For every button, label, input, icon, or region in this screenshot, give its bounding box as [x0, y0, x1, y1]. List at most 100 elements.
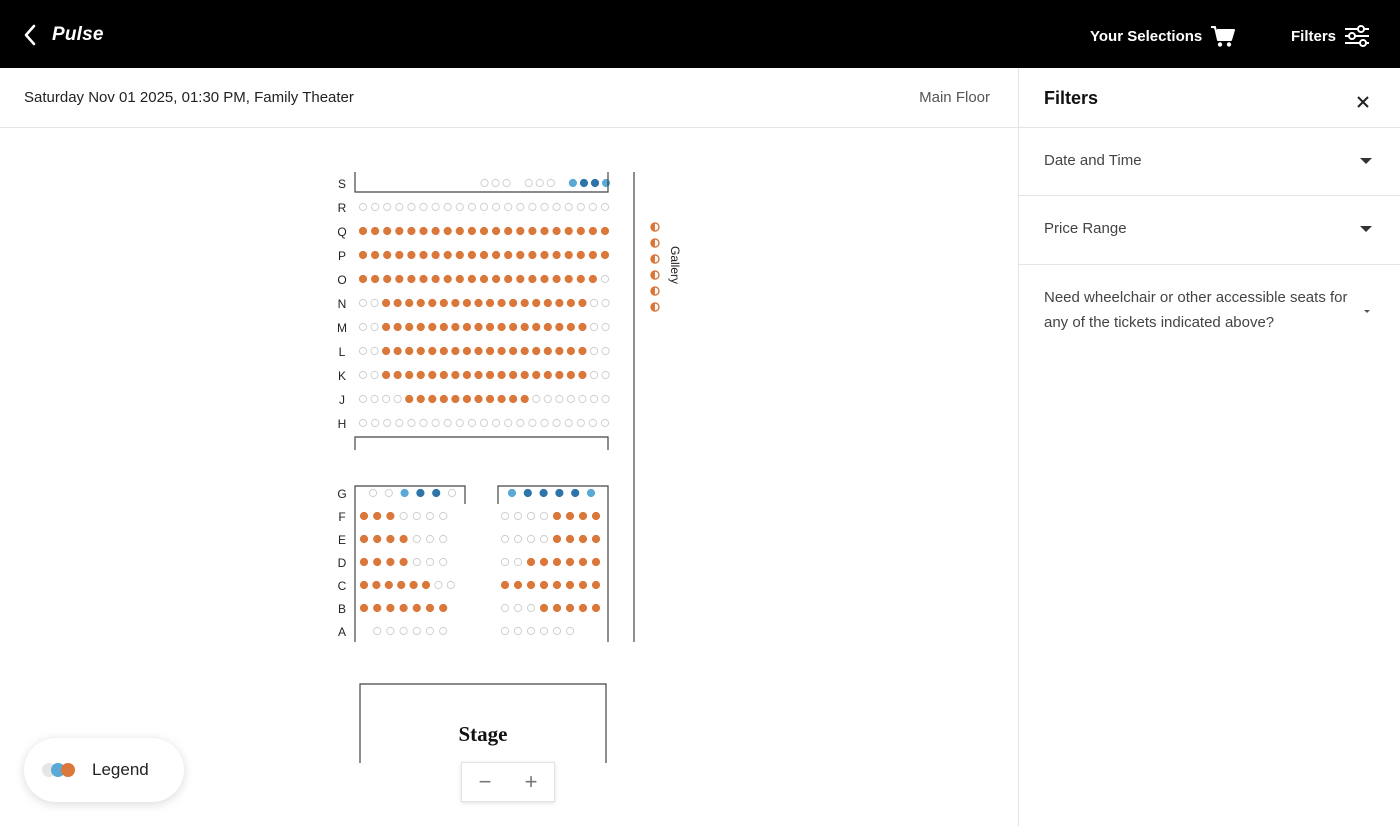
seat-available[interactable]: [393, 346, 402, 356]
seat-available[interactable]: [451, 322, 460, 332]
seat-available[interactable]: [526, 580, 536, 590]
seat-available[interactable]: [439, 322, 448, 332]
seat-available[interactable]: [373, 511, 382, 521]
seat-available[interactable]: [372, 580, 381, 590]
seat-available[interactable]: [565, 603, 575, 613]
seat-available[interactable]: [383, 250, 392, 260]
seat-available[interactable]: [371, 274, 380, 284]
seat-available[interactable]: [552, 603, 562, 613]
seat-available[interactable]: [566, 298, 576, 308]
seat-available[interactable]: [462, 322, 472, 332]
seat-available[interactable]: [443, 274, 452, 284]
your-selections-button[interactable]: Your Selections: [1090, 22, 1236, 50]
seat-available[interactable]: [407, 250, 416, 260]
seat-available[interactable]: [467, 274, 476, 284]
seat-available[interactable]: [578, 580, 588, 590]
seat-available[interactable]: [451, 346, 460, 356]
seat-available[interactable]: [497, 298, 506, 308]
seat-available[interactable]: [539, 603, 549, 613]
seat-available[interactable]: [578, 370, 587, 380]
seat-available[interactable]: [386, 534, 395, 544]
seat-available[interactable]: [543, 298, 552, 308]
seat-available[interactable]: [492, 226, 501, 236]
seat-accessible[interactable]: [539, 488, 548, 498]
seat-available[interactable]: [576, 274, 585, 284]
seat-available[interactable]: [497, 394, 506, 404]
seat-available[interactable]: [462, 394, 472, 404]
seat-available[interactable]: [439, 298, 448, 308]
seat-available[interactable]: [588, 274, 598, 284]
close-icon[interactable]: [1355, 94, 1371, 110]
seat-available[interactable]: [520, 346, 529, 356]
seat-available[interactable]: [485, 394, 495, 404]
seat-available[interactable]: [479, 226, 489, 236]
zoom-in-button[interactable]: +: [508, 763, 554, 801]
seat-available[interactable]: [509, 394, 518, 404]
seat-available[interactable]: [451, 394, 460, 404]
seat-available[interactable]: [359, 603, 369, 613]
seat-available[interactable]: [407, 274, 416, 284]
seat-available[interactable]: [528, 250, 537, 260]
seat-available[interactable]: [591, 557, 601, 567]
seat-available[interactable]: [509, 322, 518, 332]
seat-available[interactable]: [526, 557, 536, 567]
seat-accessible[interactable]: [416, 488, 425, 498]
seat-available[interactable]: [600, 250, 610, 260]
seat-available[interactable]: [588, 250, 598, 260]
seat-available[interactable]: [451, 370, 460, 380]
seat-available[interactable]: [428, 322, 437, 332]
seat-available[interactable]: [419, 250, 428, 260]
seat-available[interactable]: [576, 226, 585, 236]
seat-available[interactable]: [399, 557, 408, 567]
seat-available[interactable]: [359, 580, 369, 590]
seat-available[interactable]: [576, 250, 585, 260]
seat-available[interactable]: [540, 250, 549, 260]
seat-available[interactable]: [504, 226, 513, 236]
seat-available[interactable]: [509, 346, 518, 356]
seat-available[interactable]: [439, 394, 448, 404]
seat-available[interactable]: [539, 580, 549, 590]
seat-available[interactable]: [405, 370, 414, 380]
seat-available[interactable]: [485, 346, 495, 356]
seat-available[interactable]: [591, 580, 601, 590]
seat-available[interactable]: [359, 534, 369, 544]
seat-available[interactable]: [591, 534, 601, 544]
seat-available[interactable]: [474, 370, 483, 380]
seat-available[interactable]: [416, 394, 425, 404]
seat-available[interactable]: [578, 557, 588, 567]
seat-available[interactable]: [359, 557, 369, 567]
seat-available[interactable]: [416, 346, 425, 356]
seat-available[interactable]: [431, 250, 440, 260]
seat-available[interactable]: [416, 370, 425, 380]
price-range-filter[interactable]: Price Range: [1019, 196, 1400, 265]
seat-available[interactable]: [382, 346, 391, 356]
seat-available[interactable]: [532, 298, 541, 308]
seat-available[interactable]: [384, 580, 393, 590]
seat-available[interactable]: [439, 370, 448, 380]
seat-available[interactable]: [516, 250, 525, 260]
seat-available[interactable]: [520, 322, 529, 332]
seat-available[interactable]: [358, 250, 368, 260]
seat-available[interactable]: [578, 603, 588, 613]
seat-available[interactable]: [540, 274, 549, 284]
seat-available[interactable]: [382, 298, 391, 308]
seat-available[interactable]: [497, 346, 506, 356]
seat-available[interactable]: [566, 322, 576, 332]
seat-available[interactable]: [455, 226, 464, 236]
seat-available[interactable]: [485, 298, 495, 308]
seat-available[interactable]: [393, 298, 402, 308]
seat-available[interactable]: [393, 370, 402, 380]
seat-available[interactable]: [412, 603, 421, 613]
back-button[interactable]: Pulse: [22, 22, 112, 48]
seat-available[interactable]: [443, 226, 452, 236]
seat-available[interactable]: [386, 511, 395, 521]
seat-available[interactable]: [528, 226, 537, 236]
seat-available[interactable]: [383, 226, 392, 236]
seat-available[interactable]: [443, 250, 452, 260]
filters-button[interactable]: Filters: [1291, 22, 1370, 50]
seat-available[interactable]: [455, 250, 464, 260]
seat-available[interactable]: [373, 557, 382, 567]
seat-available[interactable]: [416, 298, 425, 308]
seat-available[interactable]: [371, 250, 380, 260]
seat-available[interactable]: [552, 511, 562, 521]
